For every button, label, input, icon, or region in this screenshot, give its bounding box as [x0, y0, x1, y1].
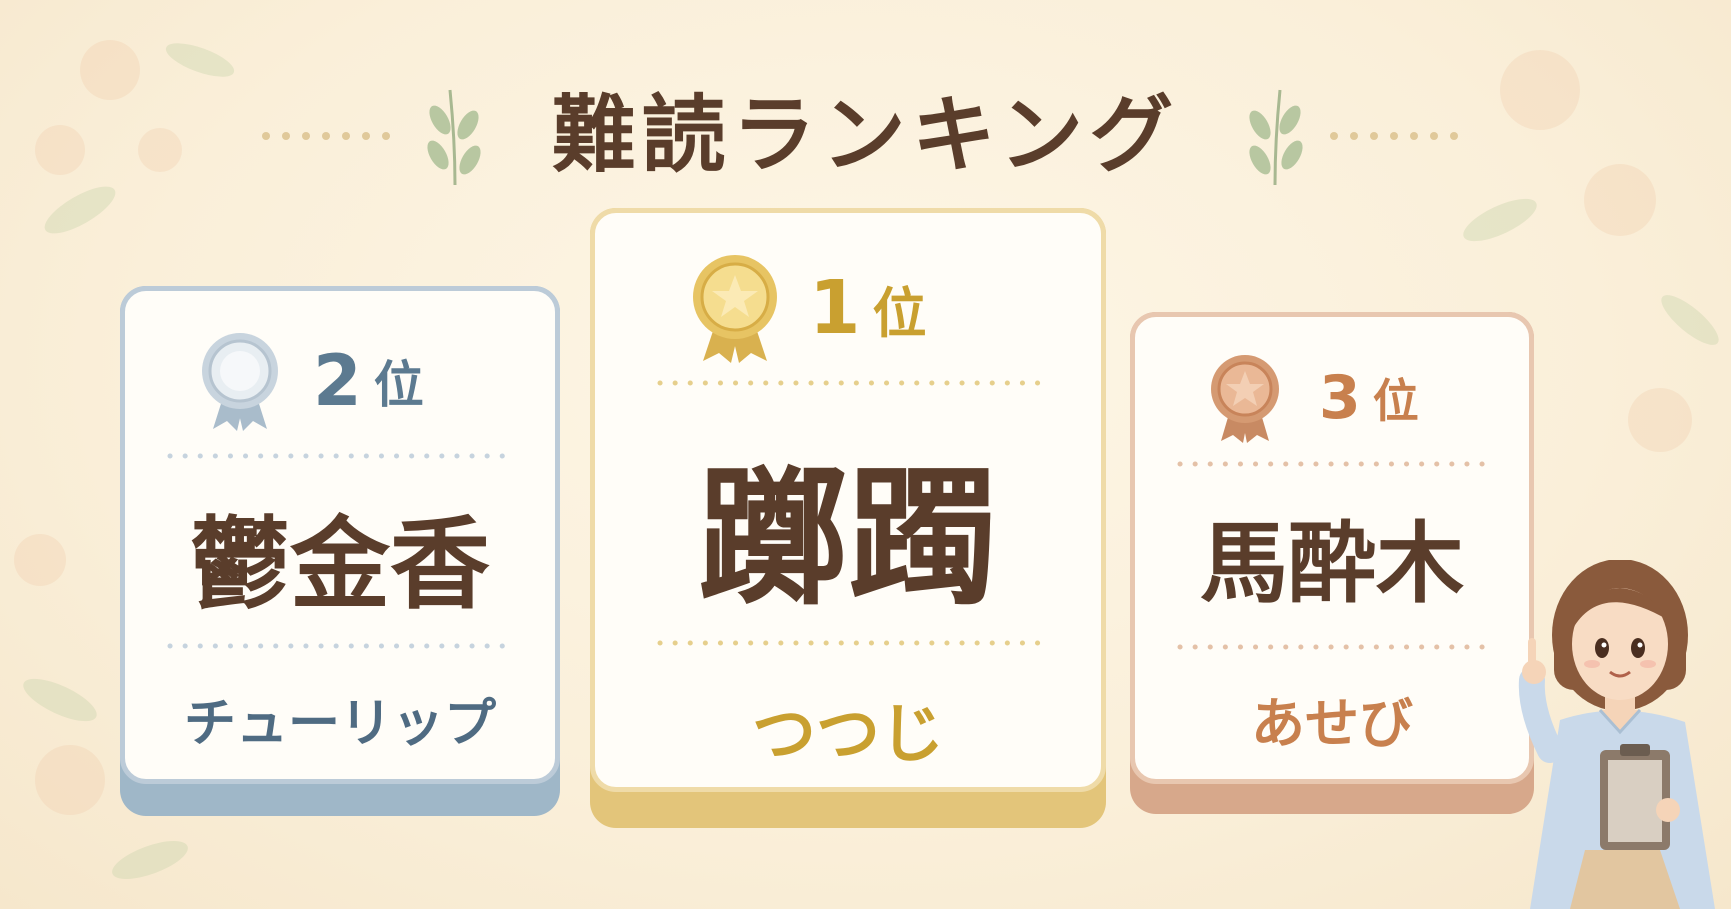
rank-number: 3 — [1319, 363, 1361, 433]
bronze-medal-icon — [1211, 355, 1279, 443]
rank-card-2: 2 位 鬱金香 チューリップ — [120, 286, 560, 816]
rank-kanji: 馬酔木 — [1199, 512, 1464, 615]
rank-reading: あせび — [1251, 692, 1413, 755]
rank-number: 2 — [313, 340, 362, 422]
rank-reading: つつじ — [752, 698, 944, 772]
rank-suffix: 位 — [373, 356, 424, 414]
rank-card-3: 3 位 馬酔木 あせび — [1130, 312, 1534, 814]
presenter-character-illustration — [1518, 560, 1715, 909]
rank-kanji: 躑躅 — [697, 452, 998, 626]
title-row: 難読ランキング — [0, 60, 1731, 210]
separator-dots — [657, 640, 1047, 646]
rank-suffix: 位 — [1372, 374, 1419, 428]
separator-dots — [167, 453, 517, 459]
rank-suffix: 位 — [872, 281, 927, 345]
rank-kanji: 鬱金香 — [190, 506, 490, 623]
rank-number: 1 — [809, 265, 861, 351]
separator-dots — [1177, 644, 1497, 650]
title-right-dots — [1330, 132, 1458, 140]
page-title: 難読ランキング — [551, 86, 1180, 184]
rank-card-1: 1 位 躑躅 つつじ — [590, 208, 1106, 828]
right-leaf-sprig-icon — [1249, 89, 1303, 186]
separator-dots — [167, 643, 517, 649]
silver-medal-icon — [202, 333, 278, 431]
separator-dots — [657, 380, 1047, 386]
gold-medal-icon — [693, 255, 777, 363]
rank-reading: チューリップ — [183, 694, 496, 754]
separator-dots — [1177, 461, 1497, 467]
